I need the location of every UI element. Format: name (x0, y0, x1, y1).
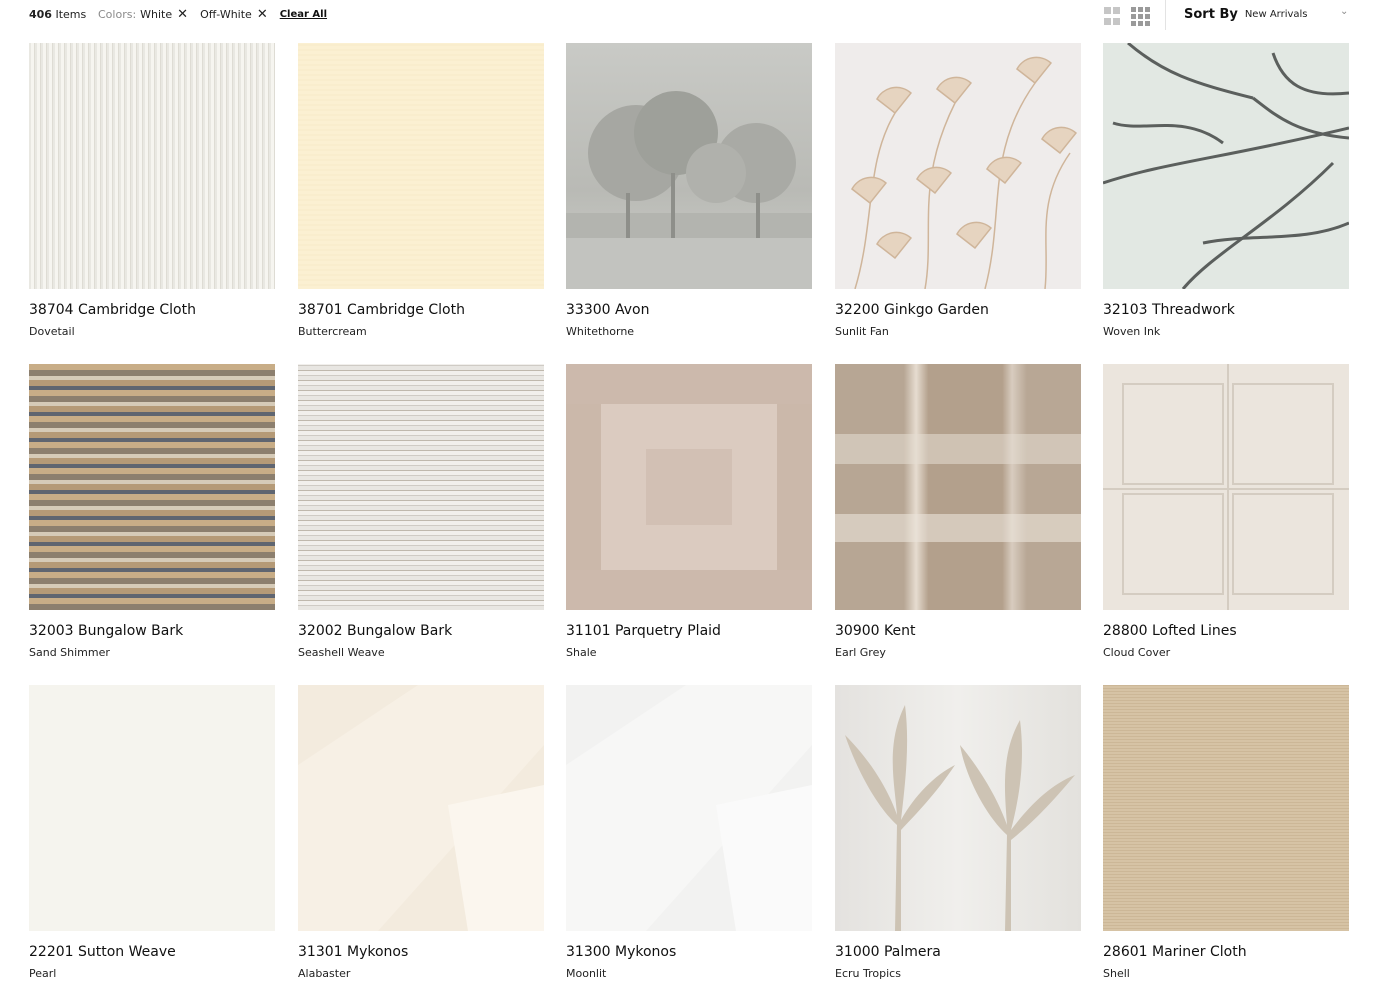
product-card[interactable]: 31000 Palmera Ecru Tropics (835, 685, 1081, 980)
colors-filter-label: Colors: (98, 8, 137, 21)
toolbar-divider (1165, 0, 1166, 30)
product-title[interactable]: 38704 Cambridge Cloth (29, 302, 196, 318)
product-swatch-image[interactable] (835, 43, 1081, 289)
close-icon[interactable]: ✕ (177, 8, 188, 21)
product-card[interactable]: 28601 Mariner Cloth Shell (1103, 685, 1349, 980)
product-card[interactable]: 38701 Cambridge Cloth Buttercream (298, 43, 544, 338)
product-card[interactable]: 33300 Avon Whitethorne (566, 43, 812, 338)
filter-chip-label: White (140, 8, 173, 21)
product-colorway: Alabaster (298, 967, 351, 980)
product-colorway: Earl Grey (835, 646, 886, 659)
sort-dropdown[interactable]: Sort By New Arrivals ⌄ (1184, 6, 1348, 22)
item-count: 406 Items (29, 8, 86, 21)
sort-label: Sort By (1184, 7, 1238, 22)
product-colorway: Ecru Tropics (835, 967, 901, 980)
product-swatch-image[interactable] (29, 364, 275, 610)
item-count-value: 406 (29, 8, 52, 21)
product-swatch-image[interactable] (566, 364, 812, 610)
small-grid-icon[interactable] (1131, 7, 1150, 26)
product-colorway: Sunlit Fan (835, 325, 889, 338)
product-card[interactable]: 32002 Bungalow Bark Seashell Weave (298, 364, 544, 659)
chevron-down-icon: ⌄ (1340, 6, 1349, 17)
product-colorway: Woven Ink (1103, 325, 1161, 338)
product-colorway: Shell (1103, 967, 1130, 980)
product-swatch-image[interactable] (29, 685, 275, 931)
product-card[interactable]: 32103 Threadwork Woven Ink (1103, 43, 1349, 338)
product-colorway: Shale (566, 646, 597, 659)
product-swatch-image[interactable] (1103, 364, 1349, 610)
product-colorway: Seashell Weave (298, 646, 385, 659)
product-title[interactable]: 28601 Mariner Cloth (1103, 944, 1247, 960)
product-title[interactable]: 32200 Ginkgo Garden (835, 302, 989, 318)
product-title[interactable]: 33300 Avon (566, 302, 649, 318)
large-grid-icon[interactable] (1104, 7, 1120, 26)
product-title[interactable]: 31301 Mykonos (298, 944, 408, 960)
product-title[interactable]: 30900 Kent (835, 623, 915, 639)
toolbar: 406 Items Colors: White ✕ Off-White ✕ Cl… (0, 0, 1378, 32)
filter-chip-label: Off-White (200, 8, 252, 21)
product-colorway: Cloud Cover (1103, 646, 1171, 659)
product-card[interactable]: 31101 Parquetry Plaid Shale (566, 364, 812, 659)
product-colorway: Buttercream (298, 325, 367, 338)
close-icon[interactable]: ✕ (257, 8, 268, 21)
active-filters: Colors: White ✕ Off-White ✕ Clear All (98, 8, 327, 21)
product-title[interactable]: 32103 Threadwork (1103, 302, 1235, 318)
product-card[interactable]: 30900 Kent Earl Grey (835, 364, 1081, 659)
product-title[interactable]: 32002 Bungalow Bark (298, 623, 452, 639)
product-colorway: Dovetail (29, 325, 75, 338)
product-title[interactable]: 22201 Sutton Weave (29, 944, 176, 960)
product-colorway: Moonlit (566, 967, 607, 980)
product-colorway: Sand Shimmer (29, 646, 110, 659)
product-colorway: Whitethorne (566, 325, 635, 338)
item-count-label: Items (55, 8, 87, 21)
product-swatch-image[interactable] (1103, 43, 1349, 289)
view-toggle (1104, 7, 1150, 26)
filter-chip-off-white[interactable]: Off-White ✕ (200, 8, 268, 21)
product-swatch-image[interactable] (835, 364, 1081, 610)
product-swatch-image[interactable] (29, 43, 275, 289)
filter-chip-white[interactable]: White ✕ (140, 8, 188, 21)
product-swatch-image[interactable] (298, 364, 544, 610)
product-swatch-image[interactable] (298, 43, 544, 289)
product-swatch-image[interactable] (835, 685, 1081, 931)
product-card[interactable]: 22201 Sutton Weave Pearl (29, 685, 275, 980)
product-title[interactable]: 38701 Cambridge Cloth (298, 302, 465, 318)
product-title[interactable]: 28800 Lofted Lines (1103, 623, 1237, 639)
clear-all-link[interactable]: Clear All (280, 9, 327, 20)
product-swatch-image[interactable] (298, 685, 544, 931)
product-swatch-image[interactable] (566, 685, 812, 931)
product-card[interactable]: 31301 Mykonos Alabaster (298, 685, 544, 980)
sort-value: New Arrivals (1244, 9, 1308, 20)
product-card[interactable]: 31300 Mykonos Moonlit (566, 685, 812, 980)
product-card[interactable]: 32200 Ginkgo Garden Sunlit Fan (835, 43, 1081, 338)
product-swatch-image[interactable] (1103, 685, 1349, 931)
product-card[interactable]: 28800 Lofted Lines Cloud Cover (1103, 364, 1349, 659)
product-title[interactable]: 32003 Bungalow Bark (29, 623, 183, 639)
product-title[interactable]: 31101 Parquetry Plaid (566, 623, 721, 639)
product-card[interactable]: 38704 Cambridge Cloth Dovetail (29, 43, 275, 338)
product-colorway: Pearl (29, 967, 57, 980)
product-title[interactable]: 31000 Palmera (835, 944, 941, 960)
product-title[interactable]: 31300 Mykonos (566, 944, 676, 960)
product-card[interactable]: 32003 Bungalow Bark Sand Shimmer (29, 364, 275, 659)
product-swatch-image[interactable] (566, 43, 812, 289)
